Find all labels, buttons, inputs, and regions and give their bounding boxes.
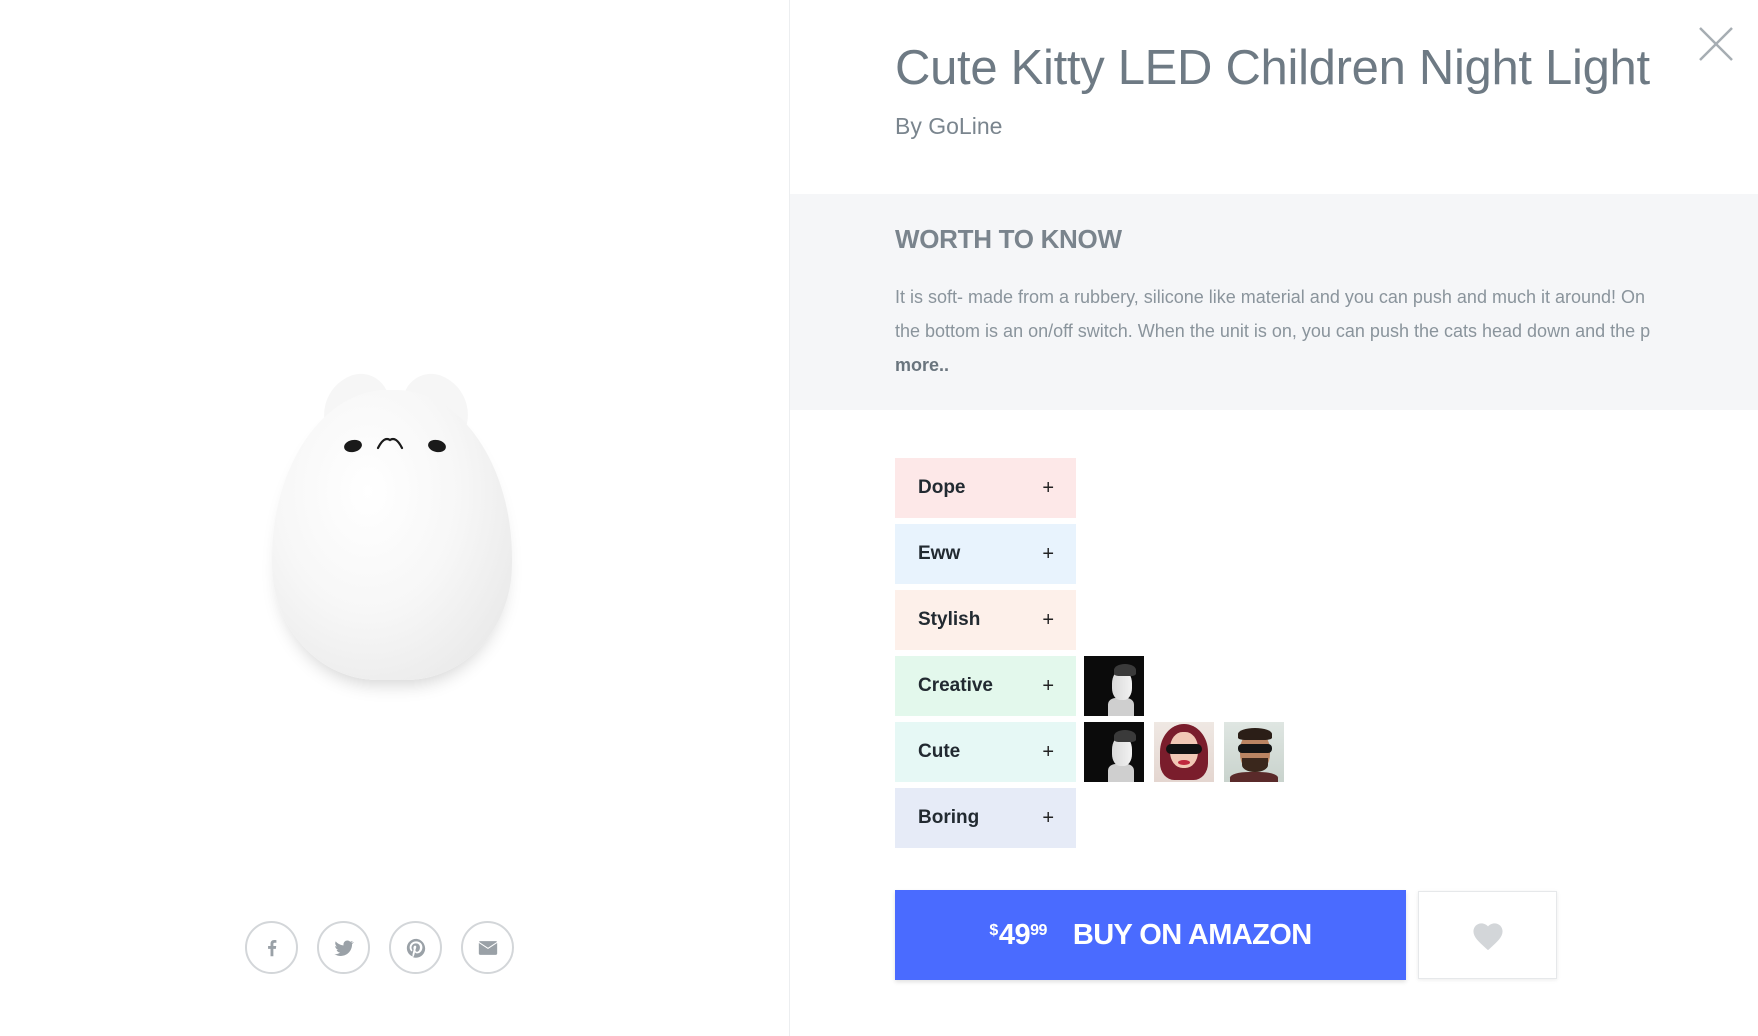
tag-label: Creative — [918, 675, 993, 696]
tag-stylish-button[interactable]: Stylish + — [895, 590, 1076, 650]
tag-dope-button[interactable]: Dope + — [895, 458, 1076, 518]
price: $ 49 99 — [989, 919, 1047, 951]
worth-to-know-text: It is soft- made from a rubbery, silicon… — [895, 280, 1665, 382]
tag-creative-button[interactable]: Creative + — [895, 656, 1076, 716]
tag-label: Stylish — [918, 609, 981, 630]
plus-icon: + — [1042, 608, 1054, 631]
tag-row: Dope + — [895, 458, 1284, 518]
product-brand: By GoLine — [895, 113, 1003, 139]
tag-cute-button[interactable]: Cute + — [895, 722, 1076, 782]
worth-to-know-heading: WORTH TO KNOW — [895, 224, 1122, 254]
heart-icon — [1472, 923, 1503, 951]
avatar[interactable] — [1084, 722, 1144, 782]
tag-row: Creative + — [895, 656, 1284, 716]
tag-boring-button[interactable]: Boring + — [895, 788, 1076, 848]
more-link[interactable]: more.. — [895, 355, 949, 375]
price-dollars: 49 — [998, 919, 1031, 951]
tag-label: Boring — [918, 807, 980, 828]
close-icon — [1699, 27, 1733, 61]
favorite-button[interactable] — [1418, 891, 1557, 979]
product-image — [262, 365, 522, 690]
buy-on-amazon-button[interactable]: $ 49 99 BUY ON AMAZON — [895, 890, 1406, 980]
worth-to-know-body: It is soft- made from a rubbery, silicon… — [895, 287, 1651, 341]
plus-icon: + — [1042, 740, 1054, 763]
plus-icon: + — [1042, 542, 1054, 565]
avatar[interactable] — [1154, 722, 1214, 782]
tag-row: Eww + — [895, 524, 1284, 584]
tag-eww-button[interactable]: Eww + — [895, 524, 1076, 584]
email-share-button[interactable] — [461, 921, 514, 974]
kitty-body — [272, 390, 512, 680]
tag-label: Eww — [918, 543, 961, 564]
kitty-eye-right — [426, 438, 448, 454]
twitter-icon — [333, 940, 354, 956]
avatar[interactable] — [1084, 656, 1144, 716]
tag-label: Cute — [918, 741, 961, 762]
pinterest-icon — [406, 938, 425, 958]
tag-label: Dope — [918, 477, 966, 498]
tag-row: Boring + — [895, 788, 1284, 848]
avatar[interactable] — [1224, 722, 1284, 782]
price-currency: $ — [989, 922, 998, 939]
kitty-eye-left — [342, 438, 364, 454]
price-cents: 99 — [1030, 922, 1047, 939]
share-buttons — [245, 921, 514, 974]
worth-to-know-section: WORTH TO KNOW It is soft- made from a ru… — [790, 194, 1758, 410]
pinterest-share-button[interactable] — [389, 921, 442, 974]
reaction-avatars — [1084, 722, 1284, 782]
reaction-avatars — [1084, 656, 1144, 716]
close-button[interactable] — [1696, 24, 1736, 64]
facebook-icon — [267, 939, 276, 956]
product-image-pane — [0, 0, 789, 1036]
plus-icon: + — [1042, 806, 1054, 829]
tag-row: Cute + — [895, 722, 1284, 782]
twitter-share-button[interactable] — [317, 921, 370, 974]
buy-label: BUY ON AMAZON — [1072, 918, 1312, 951]
reaction-tags: Dope + Eww + Stylish + Creative + Cute + Boring + — [895, 458, 1284, 854]
product-title: Cute Kitty LED Children Night Light — [895, 41, 1650, 95]
tag-row: Stylish + — [895, 590, 1284, 650]
plus-icon: + — [1042, 476, 1054, 499]
facebook-share-button[interactable] — [245, 921, 298, 974]
product-details-pane: Cute Kitty LED Children Night Light By G… — [789, 0, 1758, 1036]
email-icon — [478, 940, 497, 955]
plus-icon: + — [1042, 674, 1054, 697]
kitty-mouth — [376, 437, 404, 450]
